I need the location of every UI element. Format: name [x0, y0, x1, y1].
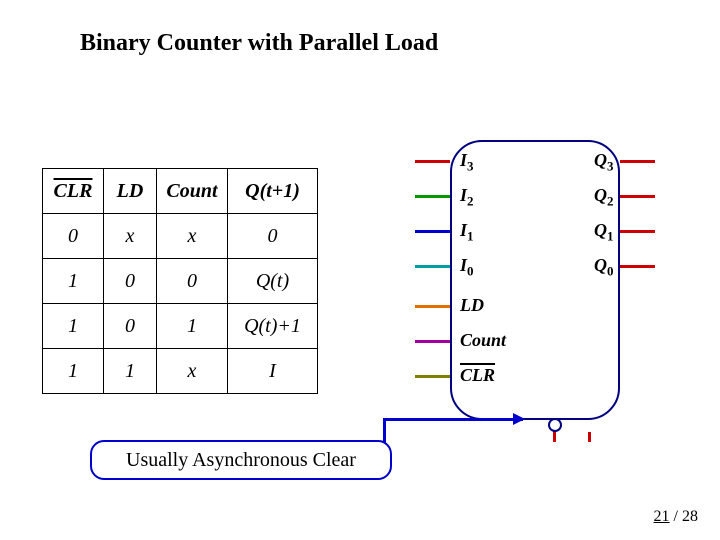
wire-clr [415, 375, 450, 378]
col-qnext: Q(t+1) [228, 169, 318, 214]
label-i3: I3 [460, 150, 474, 175]
callout-arrow-icon [383, 418, 523, 421]
cell: 0 [43, 214, 104, 259]
wire-i2 [415, 195, 450, 198]
label-q0: Q0 [594, 255, 614, 280]
cell: x [157, 349, 228, 394]
cell: 1 [157, 304, 228, 349]
table-row: 1 0 1 Q(t)+1 [43, 304, 318, 349]
wire-i3 [415, 160, 450, 163]
table-row: 1 0 0 Q(t) [43, 259, 318, 304]
wire-q1 [620, 230, 655, 233]
label-count: Count [460, 330, 506, 351]
label-ld: LD [460, 295, 484, 316]
cell: Q(t) [228, 259, 318, 304]
callout-box: Usually Asynchronous Clear [90, 440, 392, 480]
cell: 0 [104, 304, 157, 349]
label-q1: Q1 [594, 220, 614, 245]
invert-bubble-icon [548, 418, 562, 432]
wire-ld [415, 305, 450, 308]
label-i1: I1 [460, 220, 474, 245]
cell: I [228, 349, 318, 394]
wire-q2 [620, 195, 655, 198]
col-count: Count [157, 169, 228, 214]
label-i0: I0 [460, 255, 474, 280]
table-row: 1 1 x I [43, 349, 318, 394]
col-clr: CLR [43, 169, 104, 214]
table-header-row: CLR LD Count Q(t+1) [43, 169, 318, 214]
cell: 1 [43, 349, 104, 394]
cell: 0 [157, 259, 228, 304]
cell: x [157, 214, 228, 259]
label-i2: I2 [460, 185, 474, 210]
wire-q0 [620, 265, 655, 268]
page-number: 21 / 28 [654, 508, 698, 526]
cell: 1 [104, 349, 157, 394]
cell: Q(t)+1 [228, 304, 318, 349]
label-q2: Q2 [594, 185, 614, 210]
cell: 0 [228, 214, 318, 259]
page-title: Binary Counter with Parallel Load [80, 30, 438, 57]
col-ld: LD [104, 169, 157, 214]
cell: 1 [43, 304, 104, 349]
table-row: 0 x x 0 [43, 214, 318, 259]
truth-table: CLR LD Count Q(t+1) 0 x x 0 1 0 0 Q(t) 1… [42, 168, 318, 394]
wire-bottom-2 [588, 432, 591, 442]
wire-i0 [415, 265, 450, 268]
cell: 1 [43, 259, 104, 304]
label-q3: Q3 [594, 150, 614, 175]
wire-count [415, 340, 450, 343]
cell: x [104, 214, 157, 259]
label-clr: CLR [460, 365, 495, 386]
wire-i1 [415, 230, 450, 233]
wire-q3 [620, 160, 655, 163]
cell: 0 [104, 259, 157, 304]
